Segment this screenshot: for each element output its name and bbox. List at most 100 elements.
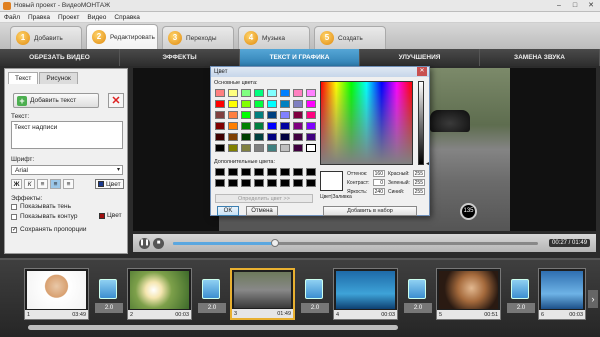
tab-enhancements[interactable]: УЛУЧШЕНИЯ <box>360 49 480 66</box>
red-input[interactable]: 255 <box>413 170 425 177</box>
tab-effects[interactable]: ЭФФЕКТЫ <box>120 49 240 66</box>
bold-button[interactable]: Ж <box>11 179 22 189</box>
basic-color-swatch[interactable] <box>280 111 290 119</box>
text-input[interactable]: Текст надписи <box>11 121 123 149</box>
basic-color-swatch[interactable] <box>267 89 277 97</box>
tab-trim-video[interactable]: ОБРЕЗАТЬ ВИДЕО <box>0 49 120 66</box>
step-edit[interactable]: 2 Редактировать <box>86 24 158 49</box>
pause-button[interactable]: ❚❚ <box>139 237 150 249</box>
basic-color-swatch[interactable] <box>228 111 238 119</box>
custom-swatch[interactable] <box>293 168 303 176</box>
basic-color-swatch[interactable] <box>215 133 225 141</box>
basic-color-swatch[interactable] <box>267 133 277 141</box>
basic-color-swatch[interactable] <box>293 100 303 108</box>
close-icon[interactable]: ✕ <box>584 1 598 10</box>
show-outline-checkbox[interactable]: Показывать контур <box>11 213 77 220</box>
lum-input[interactable]: 240 <box>373 188 385 195</box>
basic-color-swatch[interactable] <box>280 122 290 130</box>
basic-color-swatch[interactable] <box>241 122 251 130</box>
green-input[interactable]: 255 <box>413 179 425 186</box>
timeline-clip-selected[interactable]: 3 01:49 <box>230 268 295 320</box>
basic-color-swatch[interactable] <box>267 111 277 119</box>
basic-color-swatch[interactable] <box>280 133 290 141</box>
basic-color-swatch[interactable] <box>215 100 225 108</box>
basic-color-swatch[interactable] <box>293 111 303 119</box>
timeline-clip[interactable]: 1 03:49 <box>24 268 89 320</box>
tab-text-graphics[interactable]: ТЕКСТ И ГРАФИКА <box>240 49 360 66</box>
basic-color-swatch[interactable] <box>306 89 316 97</box>
basic-color-swatch[interactable] <box>254 100 264 108</box>
cancel-button[interactable]: Отмена <box>246 206 278 216</box>
basic-color-swatch[interactable] <box>228 133 238 141</box>
basic-color-swatch[interactable] <box>293 133 303 141</box>
basic-color-swatch[interactable] <box>228 89 238 97</box>
timeline-clip[interactable]: 5 00:51 <box>436 268 501 320</box>
custom-swatch[interactable] <box>267 168 277 176</box>
blue-input[interactable]: 255 <box>413 188 425 195</box>
italic-button[interactable]: К <box>24 179 35 189</box>
custom-swatch[interactable] <box>215 179 225 187</box>
custom-swatch[interactable] <box>306 168 316 176</box>
outline-color-button[interactable]: Цвет <box>99 212 122 219</box>
text-color-button[interactable]: Цвет <box>95 179 124 189</box>
ok-button[interactable]: OK <box>217 206 239 216</box>
custom-swatch[interactable] <box>254 168 264 176</box>
sat-input[interactable]: 0 <box>373 179 385 186</box>
luminance-arrow-icon[interactable]: ◄ <box>425 161 430 167</box>
align-right-button[interactable]: ≡ <box>63 179 74 189</box>
basic-color-swatch[interactable] <box>306 133 316 141</box>
basic-color-swatch[interactable] <box>241 144 251 152</box>
custom-swatch[interactable] <box>241 168 251 176</box>
menu-project[interactable]: Проект <box>58 14 79 21</box>
keep-ratio-checkbox[interactable]: ✓ Сохранять пропорции <box>11 226 86 233</box>
transition[interactable]: 2.0 <box>301 279 329 313</box>
basic-color-swatch[interactable] <box>293 122 303 130</box>
basic-color-swatch[interactable] <box>293 89 303 97</box>
add-text-button[interactable]: + Добавить текст <box>13 93 99 108</box>
seek-bar[interactable] <box>173 238 538 247</box>
basic-color-swatch[interactable] <box>254 89 264 97</box>
basic-color-swatch[interactable] <box>254 133 264 141</box>
basic-color-swatch[interactable] <box>280 89 290 97</box>
basic-color-swatch[interactable] <box>241 89 251 97</box>
basic-color-swatch[interactable] <box>228 122 238 130</box>
basic-color-swatch[interactable] <box>306 122 316 130</box>
tab-text[interactable]: Текст <box>8 72 39 84</box>
transition[interactable]: 2.0 <box>507 279 535 313</box>
custom-swatch[interactable] <box>280 168 290 176</box>
step-add[interactable]: 1 Добавить <box>10 26 82 49</box>
align-left-button[interactable]: ≡ <box>37 179 48 189</box>
basic-color-swatch[interactable] <box>293 144 303 152</box>
dialog-close-icon[interactable]: ✕ <box>417 67 427 76</box>
custom-swatch[interactable] <box>267 179 277 187</box>
delete-text-button[interactable]: ✕ <box>108 93 124 108</box>
basic-color-swatch[interactable] <box>241 111 251 119</box>
tab-replace-audio[interactable]: ЗАМЕНА ЗВУКА <box>480 49 600 66</box>
basic-color-swatch[interactable] <box>215 89 225 97</box>
transition[interactable]: 2.0 <box>404 279 432 313</box>
transition[interactable]: 2.0 <box>95 279 123 313</box>
add-to-custom-button[interactable]: Добавить в набор <box>323 206 417 216</box>
basic-color-swatch[interactable] <box>267 144 277 152</box>
basic-color-swatch[interactable] <box>215 122 225 130</box>
basic-color-swatch[interactable] <box>215 111 225 119</box>
custom-swatch[interactable] <box>254 179 264 187</box>
luminance-slider[interactable] <box>418 81 424 165</box>
maximize-icon[interactable]: □ <box>568 1 582 10</box>
basic-color-swatch[interactable] <box>267 122 277 130</box>
timeline-scrollbar[interactable] <box>28 325 398 330</box>
basic-color-swatch[interactable] <box>254 111 264 119</box>
timeline-clip[interactable]: 2 00:03 <box>127 268 192 320</box>
custom-swatch[interactable] <box>241 179 251 187</box>
minimize-icon[interactable]: – <box>552 1 566 10</box>
menu-file[interactable]: Файл <box>4 14 20 21</box>
basic-color-swatch[interactable] <box>306 100 316 108</box>
tab-image[interactable]: Рисунок <box>39 72 78 84</box>
hue-input[interactable]: 160 <box>373 170 385 177</box>
basic-color-swatch[interactable] <box>241 100 251 108</box>
custom-swatch[interactable] <box>215 168 225 176</box>
basic-color-swatch[interactable] <box>215 144 225 152</box>
custom-swatch[interactable] <box>228 168 238 176</box>
basic-color-swatch[interactable] <box>254 144 264 152</box>
stop-button[interactable]: ■ <box>153 237 164 249</box>
